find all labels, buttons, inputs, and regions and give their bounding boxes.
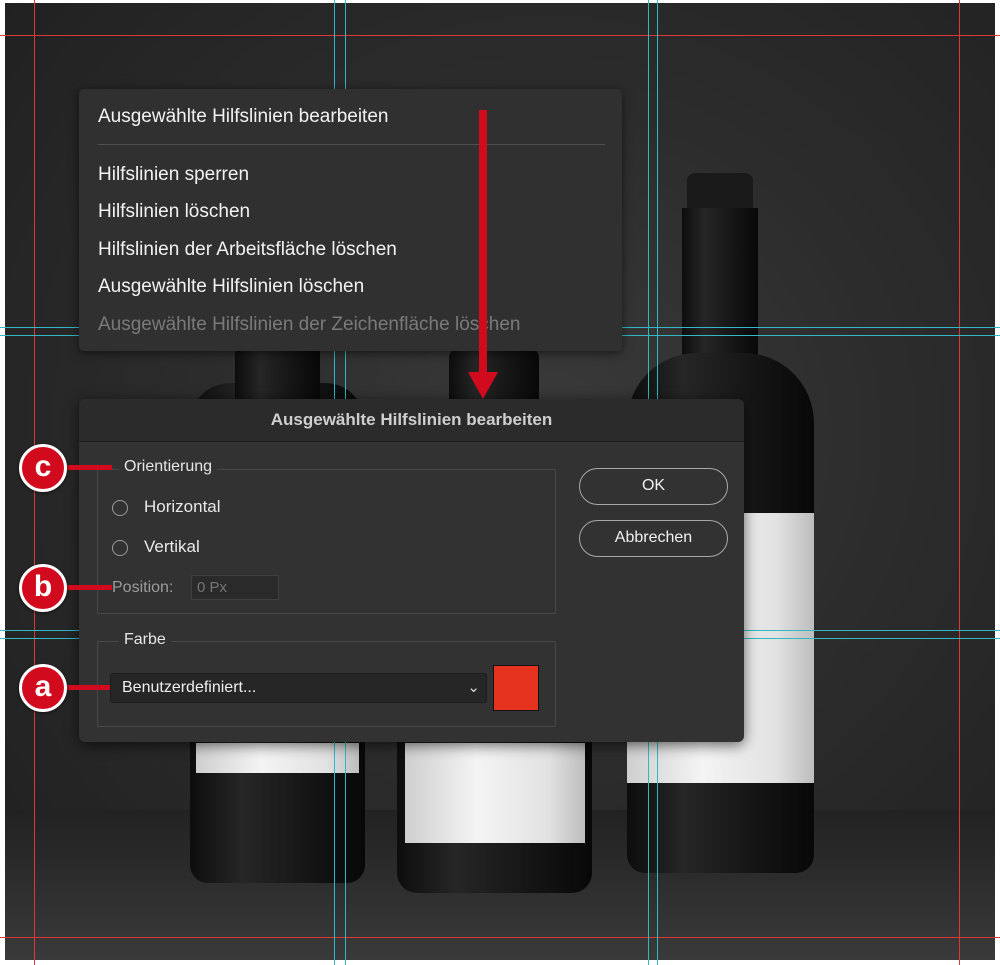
guide-line-horizontal[interactable]	[0, 35, 1000, 36]
color-select-value: Benutzerdefiniert...	[122, 679, 257, 696]
menu-item-clear-selected-guides[interactable]: Ausgewählte Hilfslinien löschen	[98, 276, 364, 298]
radio-vertical-label[interactable]: Vertikal	[144, 537, 200, 557]
guide-line-vertical[interactable]	[959, 0, 960, 965]
radio-vertical[interactable]	[112, 540, 128, 556]
annotation-badge-b: b	[19, 564, 67, 612]
position-input[interactable]	[191, 575, 279, 600]
menu-item-edit-selected-guides[interactable]: Ausgewählte Hilfslinien bearbeiten	[98, 106, 388, 128]
annotation-connector-b	[66, 585, 112, 590]
orientation-legend: Orientierung	[119, 458, 218, 476]
color-legend: Farbe	[119, 631, 171, 649]
annotation-arrow-line	[479, 110, 487, 375]
menu-item-clear-selected-artboard-guides: Ausgewählte Hilfslinien der Zeichenfläch…	[98, 314, 521, 335]
annotation-badge-c: c	[19, 444, 67, 492]
position-label: Position:	[112, 579, 174, 596]
guides-context-menu: Ausgewählte Hilfslinien bearbeiten Hilfs…	[79, 89, 622, 351]
color-select[interactable]: Benutzerdefiniert... ⌄	[110, 673, 487, 703]
edit-selected-guides-dialog: Ausgewählte Hilfslinien bearbeiten Orien…	[79, 399, 744, 742]
annotation-connector-c	[66, 465, 112, 470]
annotation-badge-a: a	[19, 664, 67, 712]
radio-horizontal[interactable]	[112, 500, 128, 516]
cancel-button[interactable]: Abbrechen	[579, 520, 728, 557]
annotation-connector-a	[66, 685, 110, 690]
chevron-down-icon: ⌄	[467, 679, 480, 696]
guide-line-horizontal[interactable]	[0, 937, 1000, 938]
menu-item-clear-guides[interactable]: Hilfslinien löschen	[98, 201, 250, 223]
annotation-arrow-head	[468, 372, 498, 399]
menu-separator	[98, 144, 605, 145]
ok-button[interactable]: OK	[579, 468, 728, 505]
menu-item-lock-guides[interactable]: Hilfslinien sperren	[98, 164, 249, 186]
dialog-title: Ausgewählte Hilfslinien bearbeiten	[79, 399, 744, 442]
radio-horizontal-label[interactable]: Horizontal	[144, 497, 221, 517]
color-swatch[interactable]	[493, 665, 539, 711]
menu-item-clear-canvas-guides[interactable]: Hilfslinien der Arbeitsfläche löschen	[98, 239, 397, 261]
